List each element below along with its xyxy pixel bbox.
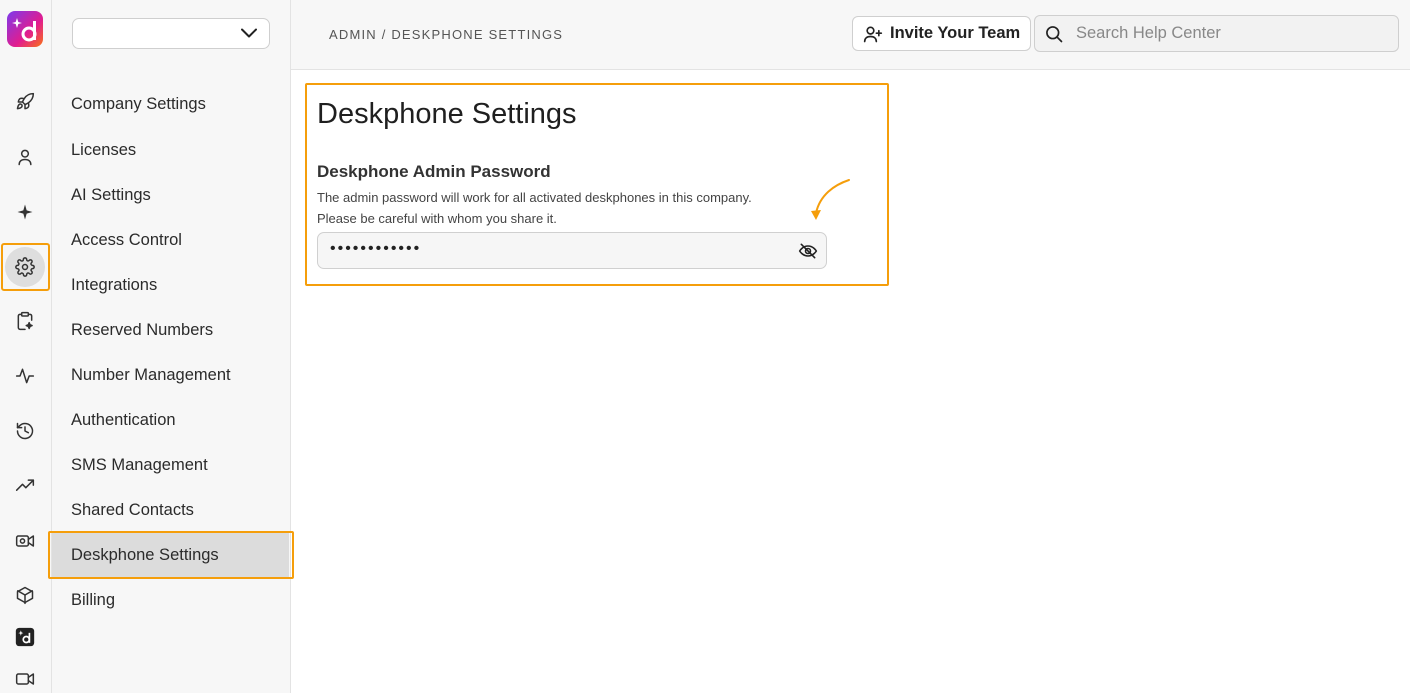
sidebar-item-ai-settings[interactable]: AI Settings bbox=[52, 173, 291, 217]
history-icon[interactable] bbox=[10, 416, 40, 446]
password-field[interactable] bbox=[317, 232, 827, 269]
search-icon bbox=[1046, 25, 1063, 42]
chevron-down-icon bbox=[241, 28, 257, 38]
pulse-icon[interactable] bbox=[10, 361, 40, 391]
add-user-icon bbox=[863, 26, 883, 42]
sidebar-item-integrations[interactable]: Integrations bbox=[52, 263, 291, 307]
sidebar-item-access-control[interactable]: Access Control bbox=[52, 218, 291, 262]
cube-icon[interactable] bbox=[10, 580, 40, 610]
hide-password-icon[interactable] bbox=[798, 241, 818, 261]
clipboard-sparkle-icon[interactable] bbox=[10, 306, 40, 336]
admin-sidebar: Company Settings Licenses AI Settings Ac… bbox=[48, 0, 294, 693]
sidebar-item-authentication[interactable]: Authentication bbox=[52, 398, 291, 442]
password-input[interactable] bbox=[330, 240, 790, 258]
help-line-2: Please be careful with whom you share it… bbox=[317, 211, 557, 226]
sidebar-item-number-management[interactable]: Number Management bbox=[52, 353, 291, 397]
help-line-1: The admin password will work for all act… bbox=[317, 190, 752, 205]
sidebar-item-deskphone-settings[interactable]: Deskphone Settings bbox=[52, 533, 289, 577]
invite-team-label: Invite Your Team bbox=[890, 24, 1021, 42]
account-select[interactable] bbox=[72, 18, 270, 49]
dialpad-logo-icon[interactable] bbox=[7, 11, 43, 47]
password-label: Deskphone Admin Password bbox=[317, 162, 551, 181]
help-search[interactable] bbox=[1034, 15, 1399, 52]
page-title: Deskphone Settings bbox=[317, 98, 577, 130]
icon-rail bbox=[0, 0, 52, 693]
breadcrumb: ADMIN / DESKPHONE SETTINGS bbox=[329, 27, 564, 42]
gear-icon[interactable] bbox=[10, 252, 40, 282]
video-icon[interactable] bbox=[10, 664, 40, 693]
password-help-text: The admin password will work for all act… bbox=[317, 187, 752, 229]
sidebar-item-sms-management[interactable]: SMS Management bbox=[52, 443, 291, 487]
search-input[interactable] bbox=[1076, 24, 1376, 43]
sidebar-item-licenses[interactable]: Licenses bbox=[52, 128, 291, 172]
invite-team-button[interactable]: Invite Your Team bbox=[852, 16, 1031, 51]
sidebar-item-billing[interactable]: Billing bbox=[52, 578, 291, 622]
sparkle-icon[interactable] bbox=[10, 197, 40, 227]
top-bar: ADMIN / DESKPHONE SETTINGS Invite Your T… bbox=[291, 0, 1410, 70]
sidebar-item-company-settings[interactable]: Company Settings bbox=[52, 82, 291, 126]
trend-icon[interactable] bbox=[10, 471, 40, 501]
video-gear-icon[interactable] bbox=[10, 526, 40, 556]
annotation-arrow-icon bbox=[811, 179, 850, 220]
sidebar-item-reserved-numbers[interactable]: Reserved Numbers bbox=[52, 308, 291, 352]
person-icon[interactable] bbox=[10, 142, 40, 172]
sidebar-item-shared-contacts[interactable]: Shared Contacts bbox=[52, 488, 291, 532]
dialpad-app-icon[interactable] bbox=[10, 622, 40, 652]
rocket-icon[interactable] bbox=[10, 87, 40, 117]
